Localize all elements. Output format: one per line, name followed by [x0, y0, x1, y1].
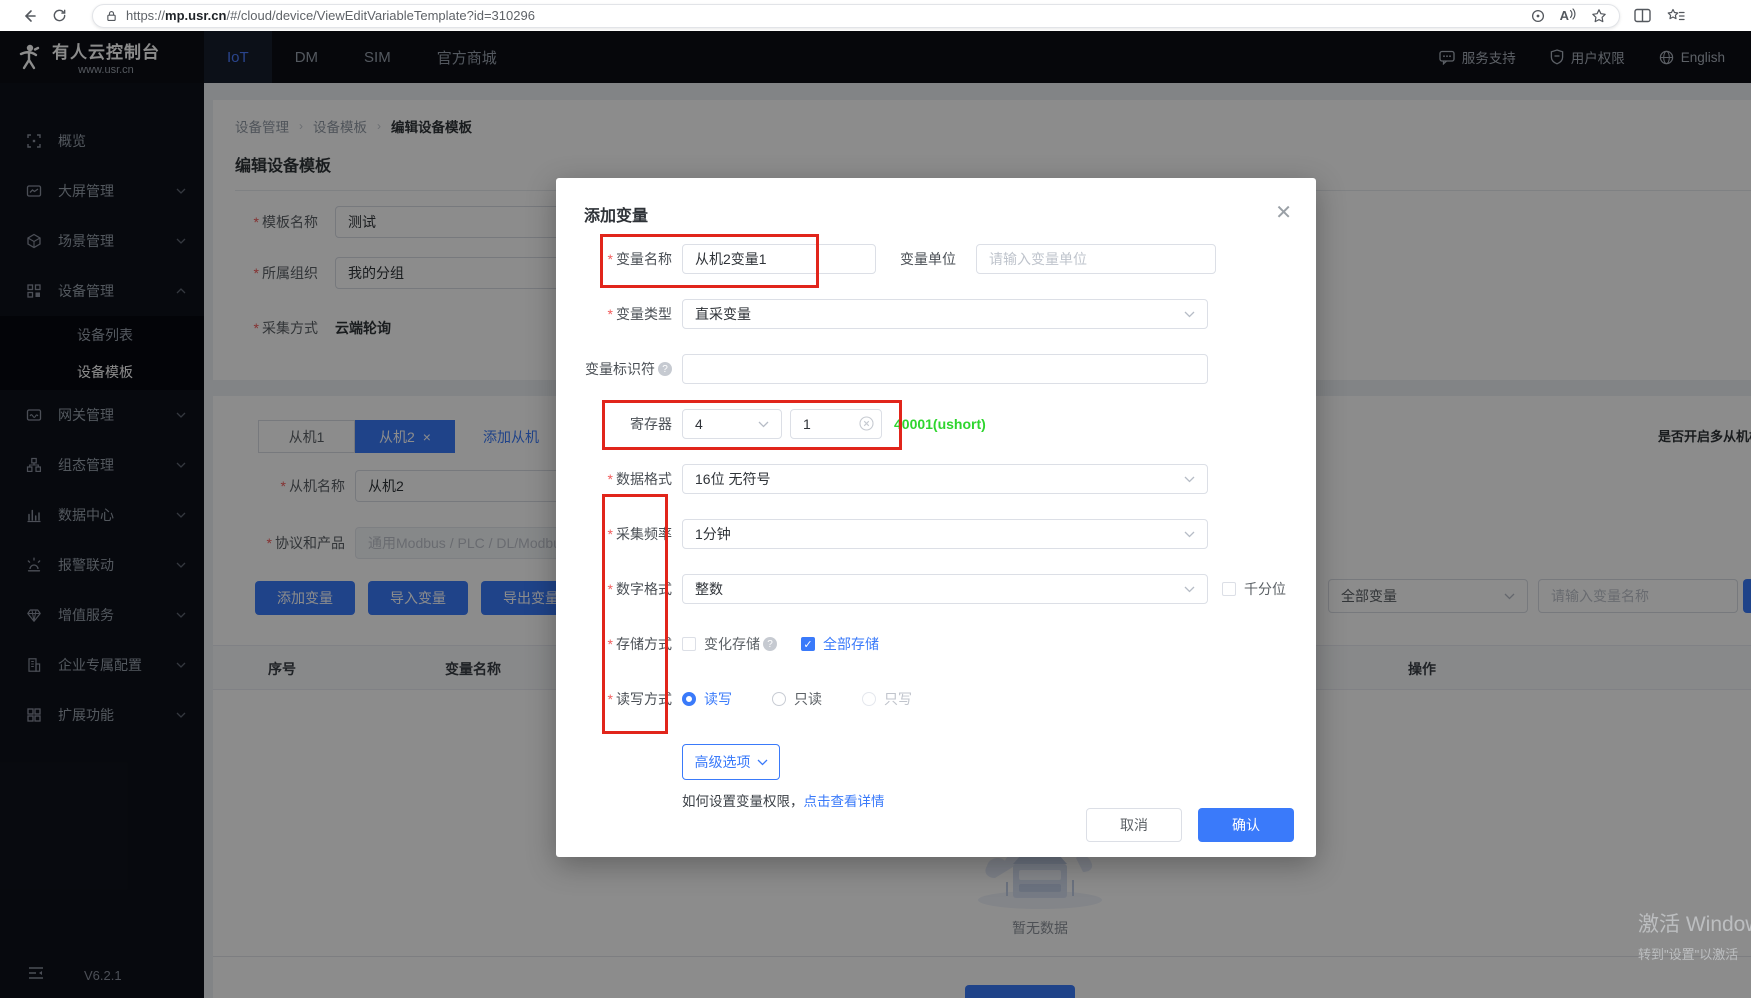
- number-format-select[interactable]: 整数: [682, 574, 1208, 604]
- chevron-down-icon: [1184, 476, 1195, 483]
- thousand-separator-checkbox[interactable]: 千分位: [1222, 579, 1286, 599]
- identifier-input[interactable]: [682, 354, 1208, 384]
- close-icon[interactable]: ✕: [1275, 200, 1292, 225]
- storage-all-checkbox[interactable]: ✓ 全部存储: [801, 634, 879, 654]
- favorites-bar-icon[interactable]: [1667, 8, 1685, 24]
- chevron-down-icon: [1184, 531, 1195, 538]
- advanced-options-button[interactable]: 高级选项: [682, 744, 780, 780]
- screen: https://mp.usr.cn/#/cloud/device/ViewEdi…: [0, 0, 1751, 998]
- help-icon[interactable]: ?: [658, 362, 672, 376]
- data-format-label: *数据格式: [584, 469, 672, 489]
- chevron-down-icon: [758, 421, 769, 428]
- variable-name-label: *变量名称: [584, 249, 672, 269]
- variable-unit-input[interactable]: [976, 244, 1216, 274]
- cancel-button[interactable]: 取消: [1086, 808, 1182, 842]
- add-variable-modal: 添加变量 ✕ *变量名称 变量单位 *变量类型 直采变量: [556, 178, 1316, 857]
- radio-write-only: 只写: [862, 689, 912, 709]
- radio-read-write[interactable]: 读写: [682, 689, 732, 709]
- chevron-down-icon: [1184, 586, 1195, 593]
- back-icon[interactable]: [14, 3, 44, 29]
- radio-selected-icon: [682, 692, 696, 706]
- storage-change-checkbox[interactable]: 变化存储 ?: [682, 634, 777, 654]
- checkbox-icon: [682, 637, 696, 651]
- radio-read-only[interactable]: 只读: [772, 689, 822, 709]
- register-label: 寄存器: [584, 414, 672, 434]
- permission-help-line: 如何设置变量权限，点击查看详情: [682, 790, 1288, 810]
- view-details-link[interactable]: 点击查看详情: [804, 794, 885, 809]
- frequency-row: *采集频率 1分钟: [584, 519, 1288, 549]
- chevron-down-icon: [1184, 311, 1195, 318]
- variable-unit-label: 变量单位: [900, 249, 956, 269]
- lock-icon[interactable]: [105, 9, 118, 23]
- identifier-label: 变量标识符?: [584, 359, 672, 379]
- chevron-down-icon: [757, 759, 768, 766]
- number-format-row: *数字格式 整数 千分位: [584, 574, 1288, 604]
- radio-icon: [772, 692, 786, 706]
- favorite-star-icon[interactable]: [1591, 8, 1607, 24]
- storage-mode-row: *存储方式 变化存储 ? ✓ 全部存储: [584, 629, 1288, 659]
- confirm-button[interactable]: 确认: [1198, 808, 1294, 842]
- frequency-select[interactable]: 1分钟: [682, 519, 1208, 549]
- data-format-row: *数据格式 16位 无符号: [584, 464, 1288, 494]
- variable-name-input[interactable]: [682, 244, 876, 274]
- frequency-label: *采集频率: [584, 524, 672, 544]
- web-page: 有人云控制台 www.usr.cn IoT DM SIM 官方商城 服务支持: [0, 31, 1751, 998]
- modal-title: 添加变量: [556, 178, 1316, 226]
- register-type-select[interactable]: 4: [682, 409, 782, 439]
- browser-toolbar: https://mp.usr.cn/#/cloud/device/ViewEdi…: [0, 0, 1751, 31]
- radio-disabled-icon: [862, 692, 876, 706]
- refresh-icon[interactable]: [44, 3, 74, 29]
- checkbox-checked-icon: ✓: [801, 637, 815, 651]
- register-address-hint: 40001(ushort): [894, 416, 986, 432]
- read-aloud-icon[interactable]: A: [1560, 8, 1577, 23]
- rw-mode-row: *读写方式 读写 只读 只写: [584, 684, 1288, 714]
- split-screen-icon[interactable]: [1634, 8, 1651, 23]
- data-format-select[interactable]: 16位 无符号: [682, 464, 1208, 494]
- variable-type-select[interactable]: 直采变量: [682, 299, 1208, 329]
- number-format-label: *数字格式: [584, 579, 672, 599]
- variable-type-label: *变量类型: [584, 304, 672, 324]
- variable-type-row: *变量类型 直采变量: [584, 299, 1288, 329]
- identifier-row: 变量标识符?: [584, 354, 1288, 384]
- address-bar[interactable]: https://mp.usr.cn/#/cloud/device/ViewEdi…: [92, 4, 1620, 28]
- url-text[interactable]: https://mp.usr.cn/#/cloud/device/ViewEdi…: [126, 8, 535, 23]
- rw-mode-label: *读写方式: [584, 689, 672, 709]
- storage-mode-label: *存储方式: [584, 634, 672, 654]
- location-icon[interactable]: [1530, 8, 1546, 24]
- register-row: 寄存器 4 40001(ushort): [584, 409, 1288, 439]
- clear-input-icon[interactable]: [859, 416, 874, 431]
- help-icon[interactable]: ?: [763, 637, 777, 651]
- variable-name-row: *变量名称 变量单位: [584, 244, 1288, 274]
- checkbox-icon: [1222, 582, 1236, 596]
